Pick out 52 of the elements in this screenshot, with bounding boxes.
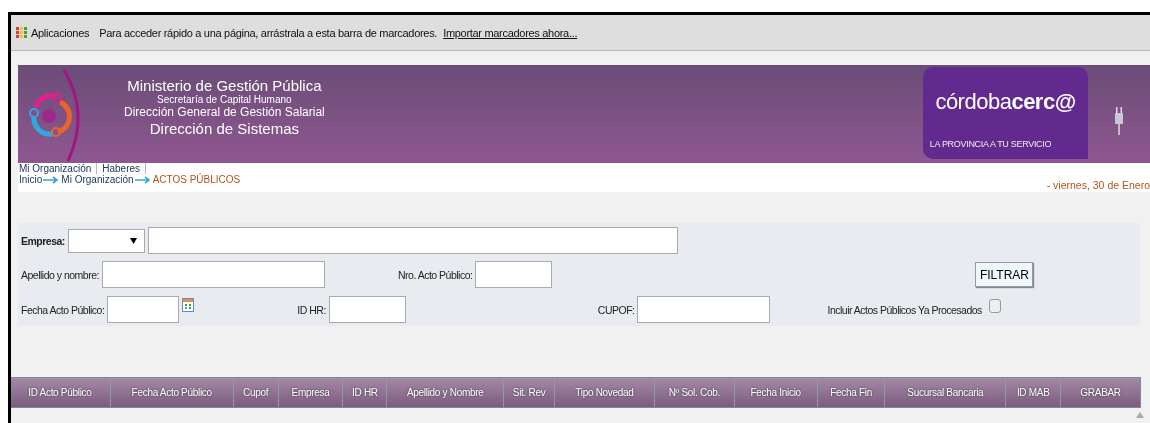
column-header: Fecha Inicio	[734, 378, 818, 407]
date-text: - viernes, 30 de Enero	[1046, 179, 1150, 191]
column-header: Sit. Rev	[504, 378, 556, 407]
brand-name: córdobacerc@	[935, 89, 1076, 115]
include-checkbox[interactable]	[988, 298, 1001, 313]
column-header: Cupof	[233, 378, 279, 407]
column-header: Fecha Fin	[817, 378, 886, 407]
id-hr-field[interactable]	[328, 296, 406, 323]
breadcrumb-link[interactable]: Inicio	[18, 174, 43, 185]
arrow-icon	[43, 175, 60, 184]
company-field[interactable]	[147, 227, 678, 254]
company-dropdown[interactable]	[67, 228, 145, 253]
filter-button[interactable]: FILTRAR	[975, 262, 1034, 287]
header-title: Dirección de Sistemas	[149, 119, 299, 137]
column-header: Apellido y Nombre	[387, 378, 505, 407]
plug-icon	[1114, 107, 1124, 135]
breadcrumb-link[interactable]: ACTOS PÚBLICOS	[151, 174, 241, 185]
field-label: Apellido y nombre:	[21, 268, 99, 281]
field-label: Incluir Actos Públicos Ya Procesados	[827, 303, 982, 316]
field-label: Nro. Acto Público:	[397, 268, 473, 281]
field-label: ID HR:	[297, 303, 326, 316]
cupof-field[interactable]	[637, 296, 771, 323]
column-header: Sucursal Bancaria	[885, 378, 1007, 407]
menu-link[interactable]: Haberes	[97, 163, 147, 174]
apps-link[interactable]: Aplicaciones	[31, 26, 90, 39]
column-header: ID MAB	[1006, 378, 1062, 407]
header-title: Dirección General de Gestión Salarial	[124, 105, 325, 120]
brand-tagline: LA PROVINCIA A TU SERVICIO	[929, 139, 1052, 149]
column-header: Empresa	[278, 378, 344, 407]
date-field[interactable]	[107, 296, 180, 323]
field-label: Fecha Acto Público:	[21, 303, 105, 316]
column-header: Tipo Novedad	[555, 378, 655, 407]
menu-link[interactable]: Mi Organización	[18, 163, 98, 174]
column-header: Nº Sol. Cob.	[654, 378, 735, 407]
act-number-field[interactable]	[475, 261, 553, 288]
column-header: Fecha Acto Público	[110, 378, 234, 407]
import-link[interactable]: Importar marcadores ahora...	[443, 26, 578, 39]
arrow-icon	[134, 175, 151, 184]
field-label: Empresa:	[21, 234, 65, 247]
bookmarks-hint: Para acceder rápido a una página, arrástrala a esta barra de marcadores.	[99, 26, 438, 39]
column-header: ID Acto Público	[11, 378, 111, 407]
column-header: GRABAR	[1079, 386, 1122, 400]
column-header: ID HR	[343, 378, 388, 407]
field-label: CUPOF:	[597, 303, 635, 316]
calendar-icon	[182, 297, 195, 312]
name-field[interactable]	[101, 261, 325, 288]
apps-icon	[16, 27, 27, 38]
header-title: Ministerio de Gestión Pública	[127, 77, 322, 95]
breadcrumb-link[interactable]: Mi Organización	[60, 174, 134, 185]
caret-icon	[129, 237, 137, 244]
header-title: Secretaría de Capital Humano	[157, 94, 292, 106]
scroll-up-icon	[1136, 412, 1144, 418]
